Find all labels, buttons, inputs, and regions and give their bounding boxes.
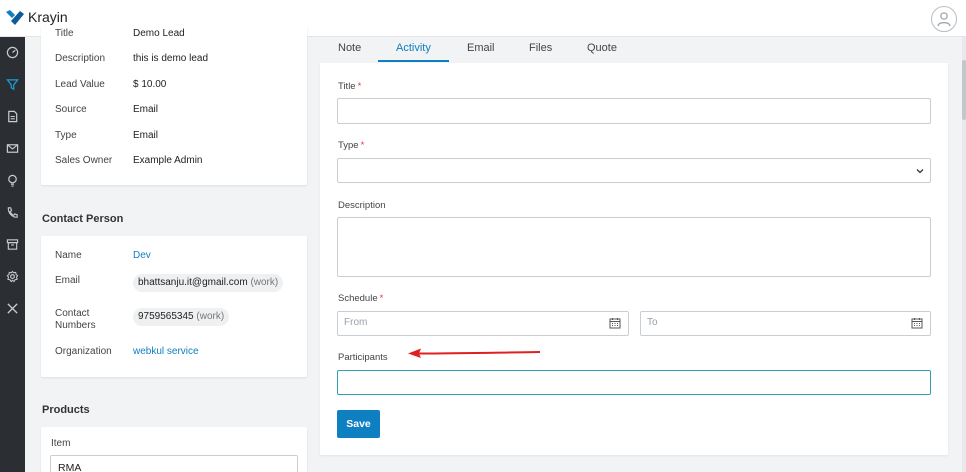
contact-email-type: (work) — [250, 277, 279, 288]
schedule-field-label: Schedule * — [338, 293, 383, 304]
to-placeholder: To — [647, 317, 658, 328]
lead-type-label: Type — [55, 130, 77, 141]
activity-tabs: Note Activity Email Files Quote — [320, 37, 948, 63]
tab-files[interactable]: Files — [529, 42, 552, 54]
lead-value-label: Lead Value — [55, 79, 105, 90]
lead-source-label: Source — [55, 104, 87, 115]
contact-number-pill: 9759565345 (work) — [133, 308, 230, 326]
products-heading: Products — [42, 404, 90, 416]
filter-icon[interactable] — [0, 73, 25, 95]
app-logo[interactable]: Krayin — [6, 9, 68, 25]
contact-person-card: Name Dev Email bhattsanju.it@gmail.com (… — [41, 236, 307, 377]
contact-numbers-label-line1: Contact — [55, 308, 90, 319]
lightbulb-icon[interactable] — [0, 169, 25, 191]
krayin-logo-icon — [6, 10, 24, 25]
phone-icon[interactable] — [0, 201, 25, 223]
contact-email-label: Email — [55, 275, 81, 286]
app-name: Krayin — [28, 9, 68, 25]
lead-details-card: Title Demo Lead Description this is demo… — [41, 25, 307, 185]
document-icon[interactable] — [0, 105, 25, 127]
contact-number-value: 9759565345 — [138, 311, 194, 322]
from-placeholder: From — [344, 317, 368, 328]
lead-type-value: Email — [133, 130, 159, 141]
type-field-label: Type * — [338, 140, 364, 151]
title-required-mark: * — [357, 81, 362, 92]
lead-source-value: Email — [133, 104, 159, 115]
participants-input[interactable] — [337, 370, 931, 395]
contact-name-label: Name — [55, 250, 82, 261]
type-label-text: Type — [338, 140, 359, 151]
title-field-label: Title * — [338, 81, 361, 92]
active-tab-indicator — [378, 60, 449, 62]
settings-icon[interactable] — [0, 265, 25, 287]
participants-field-label: Participants — [338, 352, 388, 363]
chevron-down-icon — [916, 169, 924, 174]
user-icon — [937, 12, 951, 27]
schedule-required-mark: * — [379, 293, 384, 304]
schedule-to-input[interactable]: To — [640, 311, 931, 336]
description-textarea[interactable] — [337, 217, 931, 277]
lead-sales-owner-value: Example Admin — [133, 155, 203, 166]
lead-value-value: $ 10.00 — [133, 79, 167, 90]
archive-icon[interactable] — [0, 233, 25, 255]
product-item-value: RMA — [58, 462, 82, 472]
contact-organization-link[interactable]: webkul service — [133, 346, 199, 358]
calendar-icon[interactable] — [609, 317, 621, 329]
tab-activity[interactable]: Activity — [396, 42, 431, 54]
mail-icon[interactable] — [0, 137, 25, 159]
schedule-from-input[interactable]: From — [337, 311, 629, 336]
schedule-label-text: Schedule — [338, 293, 378, 304]
product-item-label: Item — [51, 438, 71, 449]
type-select[interactable] — [337, 158, 931, 183]
title-input[interactable] — [337, 98, 931, 124]
contact-name-link[interactable]: Dev — [133, 250, 151, 262]
tools-icon[interactable] — [0, 297, 25, 319]
contact-email-value: bhattsanju.it@gmail.com — [138, 277, 248, 288]
contact-person-heading: Contact Person — [42, 213, 124, 225]
contact-organization-label: Organization — [55, 346, 112, 357]
contact-numbers-label: Contact Numbers — [55, 308, 96, 332]
lead-title-label: Title — [55, 28, 74, 39]
contact-number-type: (work) — [196, 311, 225, 322]
lead-description-value: this is demo lead — [133, 53, 209, 64]
title-label-text: Title — [338, 81, 356, 92]
sidebar — [0, 37, 25, 472]
products-card: Item RMA — [41, 427, 307, 472]
description-field-label: Description — [338, 200, 386, 211]
contact-numbers-label-line2: Numbers — [55, 320, 96, 331]
lead-description-label: Description — [55, 53, 106, 64]
type-required-mark: * — [360, 140, 365, 151]
calendar-icon[interactable] — [911, 317, 923, 329]
contact-email-pill: bhattsanju.it@gmail.com (work) — [133, 274, 284, 292]
annotation-arrow-icon — [408, 348, 541, 358]
dashboard-icon[interactable] — [0, 41, 25, 63]
user-avatar[interactable] — [931, 6, 957, 32]
lead-title-value: Demo Lead — [133, 28, 185, 39]
tab-quote[interactable]: Quote — [587, 42, 617, 54]
product-item-input[interactable]: RMA — [50, 455, 298, 472]
tab-email[interactable]: Email — [467, 42, 495, 54]
activity-form: Title * Type * Description Schedule * From … — [320, 63, 948, 455]
lead-sales-owner-label: Sales Owner — [55, 155, 113, 166]
save-button[interactable]: Save — [337, 410, 380, 438]
tab-note[interactable]: Note — [338, 42, 361, 54]
page-scrollbar-thumb[interactable] — [962, 60, 966, 120]
